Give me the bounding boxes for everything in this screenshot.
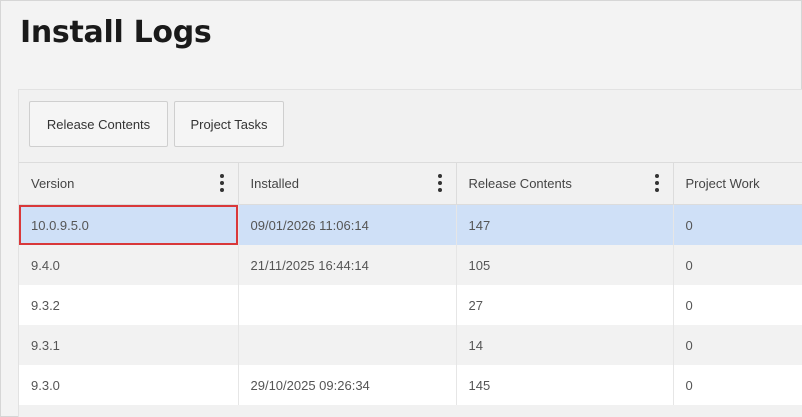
cell-version[interactable]: 9.4.0 [19, 245, 239, 285]
page-title: Install Logs [20, 15, 212, 50]
cell-release-contents[interactable]: 145 [456, 365, 674, 405]
cell-release-contents[interactable]: 105 [456, 245, 674, 285]
cell-version[interactable]: 9.3.0 [19, 365, 239, 405]
column-header-version[interactable]: Version [19, 162, 239, 205]
release-contents-button[interactable]: Release Contents [29, 101, 168, 147]
cell-version[interactable]: 9.3.2 [19, 285, 239, 325]
project-tasks-button[interactable]: Project Tasks [174, 101, 284, 147]
cell-installed[interactable] [238, 285, 457, 325]
cell-project-work[interactable]: 0 [673, 285, 802, 325]
cell-release-contents[interactable]: 27 [456, 285, 674, 325]
cell-installed[interactable] [238, 325, 457, 365]
table-row[interactable]: 9.3.2 27 0 [19, 285, 802, 325]
install-logs-window: Install Logs Release Contents Project Ta… [0, 0, 802, 417]
table-row[interactable]: 9.3.1 14 0 [19, 325, 802, 365]
column-header-release-contents[interactable]: Release Contents [456, 162, 674, 205]
cell-project-work[interactable]: 0 [673, 245, 802, 285]
cell-project-work[interactable]: 0 [673, 204, 802, 245]
cell-release-contents[interactable]: 147 [456, 204, 674, 245]
column-header-label: Version [31, 176, 75, 191]
column-header-label: Release Contents [468, 176, 572, 191]
cell-installed[interactable]: 21/11/2025 16:44:14 [238, 245, 457, 285]
cell-version[interactable]: 10.0.9.5.0 [19, 204, 239, 245]
cell-installed[interactable]: 09/01/2026 11:06:14 [238, 204, 457, 245]
table-header-row: Version Installed Release Contents Proje… [19, 162, 802, 205]
column-menu-icon[interactable] [219, 174, 224, 192]
column-header-project-work[interactable]: Project Work [673, 162, 802, 205]
cell-release-contents[interactable]: 14 [456, 325, 674, 365]
table-row[interactable]: 9.3.0 29/10/2025 09:26:34 145 0 [19, 365, 802, 405]
cell-project-work[interactable]: 0 [673, 365, 802, 405]
column-menu-icon[interactable] [437, 174, 442, 192]
cell-version[interactable]: 9.3.1 [19, 325, 239, 365]
cell-installed[interactable]: 29/10/2025 09:26:34 [238, 365, 457, 405]
column-menu-icon[interactable] [654, 174, 659, 192]
grid-panel: Release Contents Project Tasks Version I… [18, 89, 802, 417]
install-logs-table: Version Installed Release Contents Proje… [19, 162, 802, 405]
table-row[interactable]: 10.0.9.5.0 09/01/2026 11:06:14 147 0 [19, 204, 802, 245]
column-header-label: Project Work [685, 176, 760, 191]
table-row[interactable]: 9.4.0 21/11/2025 16:44:14 105 0 [19, 245, 802, 285]
column-header-label: Installed [250, 176, 299, 191]
toolbar: Release Contents Project Tasks [29, 101, 284, 147]
column-header-installed[interactable]: Installed [238, 162, 457, 205]
cell-project-work[interactable]: 0 [673, 325, 802, 365]
